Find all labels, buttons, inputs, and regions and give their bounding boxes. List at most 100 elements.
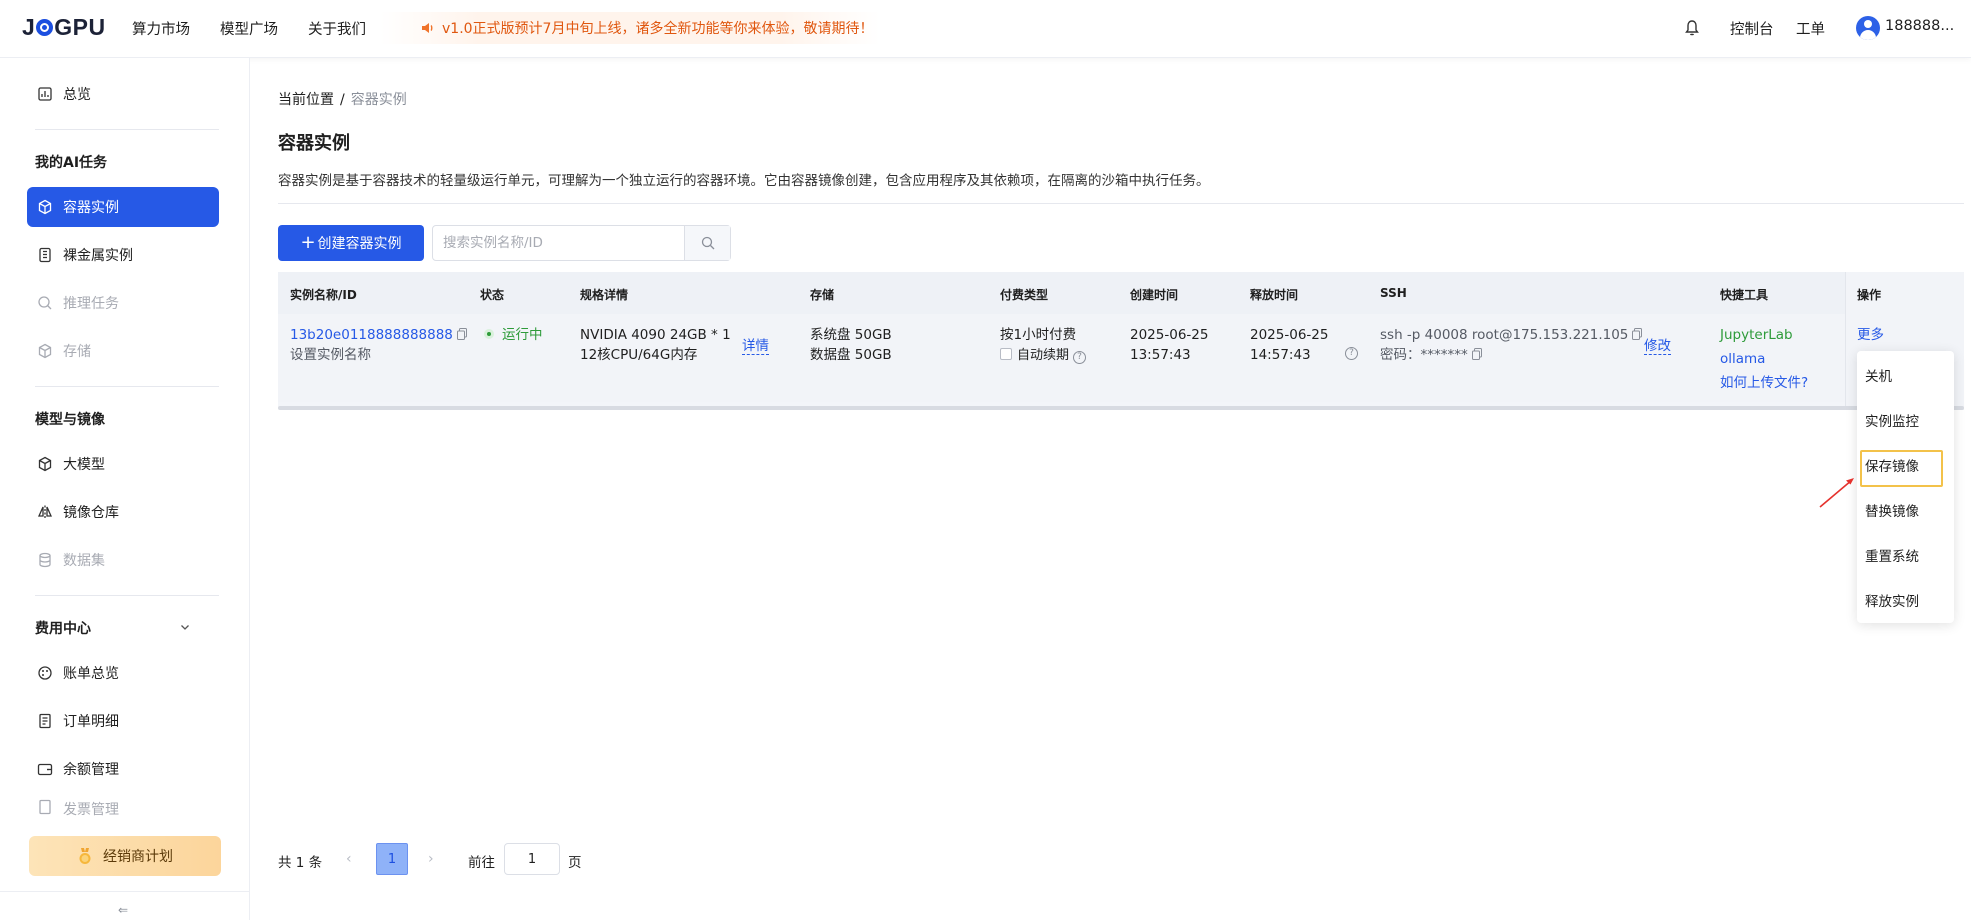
nav-model-plaza[interactable]: 模型广场 xyxy=(220,18,278,39)
menu-item-shutdown[interactable]: 关机 xyxy=(1865,365,1892,385)
top-bar: J GPU 算力市场 模型广场 关于我们 v1.0正式版预计7月中旬上线，诸多全新… xyxy=(0,0,1971,58)
sidebar-item-invoice[interactable]: 发票管理 xyxy=(27,793,219,819)
pagination-total: 共 1 条 xyxy=(278,855,323,871)
release-date: 2025-06-25 xyxy=(1250,327,1329,343)
sidebar-divider xyxy=(35,386,219,387)
create-instance-button[interactable]: + 创建容器实例 xyxy=(278,225,424,261)
goto-page-input[interactable] xyxy=(504,843,560,875)
header-spec: 规格详情 xyxy=(580,288,629,302)
page-number-current[interactable]: 1 xyxy=(376,843,408,875)
header-name: 实例名称/ID xyxy=(290,288,357,302)
prev-page-icon[interactable]: ‹ xyxy=(346,851,352,867)
ticket-link[interactable]: 工单 xyxy=(1796,18,1825,39)
dealer-plan-button[interactable]: 经销商计划 xyxy=(29,836,221,876)
search-input[interactable] xyxy=(433,226,685,260)
document-icon xyxy=(39,713,51,729)
set-instance-name[interactable]: 设置实例名称 xyxy=(290,347,371,363)
database-icon xyxy=(39,552,51,568)
help-icon[interactable]: ? xyxy=(1073,351,1087,364)
breadcrumb: 当前位置 / 容器实例 xyxy=(278,89,407,109)
console-link[interactable]: 控制台 xyxy=(1730,18,1774,39)
sidebar-item-label: 裸金属实例 xyxy=(63,248,133,264)
billing-cell: 按1小时付费 自动续期? xyxy=(1000,325,1087,366)
page-description: 容器实例是基于容器技术的轻量级运行单元，可理解为一个独立运行的容器环境。它由容器… xyxy=(278,173,1210,189)
tool-ollama-link[interactable]: ollama xyxy=(1720,351,1765,367)
instance-id-link[interactable]: 13b20e0118888888888 xyxy=(290,327,453,343)
help-icon[interactable]: ? xyxy=(1345,347,1358,360)
menu-item-reset-system[interactable]: 重置系统 xyxy=(1865,545,1919,565)
inference-icon xyxy=(38,296,52,310)
search-icon xyxy=(701,236,715,250)
sidebar-item-llm[interactable]: 大模型 xyxy=(27,444,219,484)
modify-label: 修改 xyxy=(1644,338,1671,355)
header-release: 释放时间 xyxy=(1250,288,1299,302)
dealer-plan-label: 经销商计划 xyxy=(103,849,173,865)
cube-icon xyxy=(38,456,52,472)
wallet-icon xyxy=(37,763,53,776)
copy-icon[interactable] xyxy=(1632,328,1643,340)
sidebar-item-storage: 存储 xyxy=(27,331,219,371)
modify-link[interactable]: 修改 xyxy=(1644,336,1671,356)
upload-help-link[interactable]: 如何上传文件? xyxy=(1720,375,1808,391)
status-badge: 运行中 xyxy=(484,325,543,345)
password-value: ******* xyxy=(1420,347,1468,363)
nav-compute-market[interactable]: 算力市场 xyxy=(132,18,190,39)
sidebar-item-label: 推理任务 xyxy=(63,296,119,312)
sidebar-item-inference: 推理任务 xyxy=(27,283,219,323)
announcement-text: v1.0正式版预计7月中旬上线，诸多全新功能等你来体验，敬请期待！ xyxy=(442,21,874,37)
copy-icon[interactable] xyxy=(1471,348,1482,360)
header-status: 状态 xyxy=(480,288,505,302)
breadcrumb-current: 容器实例 xyxy=(350,92,407,108)
more-button[interactable]: 更多 xyxy=(1857,325,1884,345)
copy-icon[interactable] xyxy=(456,328,467,340)
instance-name-cell: 13b20e0118888888888 设置实例名称 xyxy=(290,325,467,365)
user-name[interactable]: 188888... xyxy=(1885,18,1954,34)
sidebar-item-overview[interactable]: 总览 xyxy=(27,74,219,114)
sidebar-item-label: 订单明细 xyxy=(63,714,119,730)
sidebar-item-label: 数据集 xyxy=(63,553,105,569)
sidebar-item-label: 总览 xyxy=(63,87,91,103)
red-arrow-annotation xyxy=(1819,478,1854,508)
tool-jupyterlab-link[interactable]: JupyterLab xyxy=(1720,327,1793,343)
menu-item-release[interactable]: 释放实例 xyxy=(1865,590,1919,610)
sidebar-item-image-repo[interactable]: 镜像仓库 xyxy=(27,492,219,532)
header-billing: 付费类型 xyxy=(1000,288,1049,302)
dashboard-icon xyxy=(38,87,52,101)
plus-icon: + xyxy=(300,232,316,253)
search-button[interactable] xyxy=(684,226,730,260)
auto-renew-checkbox[interactable] xyxy=(1000,348,1012,360)
sidebar-item-container[interactable]: 容器实例 xyxy=(27,187,219,227)
ssh-command: ssh -p 40008 root@175.153.221.105 xyxy=(1380,327,1629,343)
menu-item-replace-image[interactable]: 替换镜像 xyxy=(1865,500,1919,520)
speaker-icon xyxy=(422,23,433,33)
sidebar-group-fees[interactable]: 费用中心 xyxy=(35,618,189,638)
detail-link[interactable]: 详情 xyxy=(742,336,769,356)
sidebar-divider xyxy=(35,129,219,130)
detail-label: 详情 xyxy=(742,338,769,355)
menu-item-monitor[interactable]: 实例监控 xyxy=(1865,410,1919,430)
sidebar-divider xyxy=(35,595,219,596)
avatar[interactable] xyxy=(1856,16,1880,40)
billing-type: 按1小时付费 xyxy=(1000,327,1077,343)
highlight-box xyxy=(1860,450,1943,487)
next-page-icon[interactable]: › xyxy=(428,851,434,867)
logo[interactable]: J GPU xyxy=(22,14,106,41)
sidebar-item-balance[interactable]: 余额管理 xyxy=(27,749,219,789)
sidebar-item-bill[interactable]: 账单总览 xyxy=(27,653,219,693)
sidebar-item-label: 余额管理 xyxy=(63,762,119,778)
sidebar-item-baremetal[interactable]: 裸金属实例 xyxy=(27,235,219,275)
nav-about-us[interactable]: 关于我们 xyxy=(308,18,366,39)
invoice-icon xyxy=(39,799,51,815)
created-time-cell: 2025-06-25 13:57:43 xyxy=(1130,325,1208,365)
breadcrumb-label: 当前位置 xyxy=(278,92,334,108)
sidebar-item-orders[interactable]: 订单明细 xyxy=(27,701,219,741)
release-time: 14:57:43 xyxy=(1250,347,1311,363)
horizontal-scrollbar[interactable] xyxy=(278,406,1964,410)
breadcrumb-separator: / xyxy=(340,92,345,108)
sidebar-group-models: 模型与镜像 xyxy=(35,412,105,428)
collapse-sidebar-icon[interactable]: ⇐ xyxy=(118,903,128,917)
header-storage: 存储 xyxy=(810,288,835,302)
header-created: 创建时间 xyxy=(1130,288,1179,302)
bell-icon[interactable] xyxy=(1684,19,1700,37)
storage-cell: 系统盘 50GB 数据盘 50GB xyxy=(810,325,892,365)
